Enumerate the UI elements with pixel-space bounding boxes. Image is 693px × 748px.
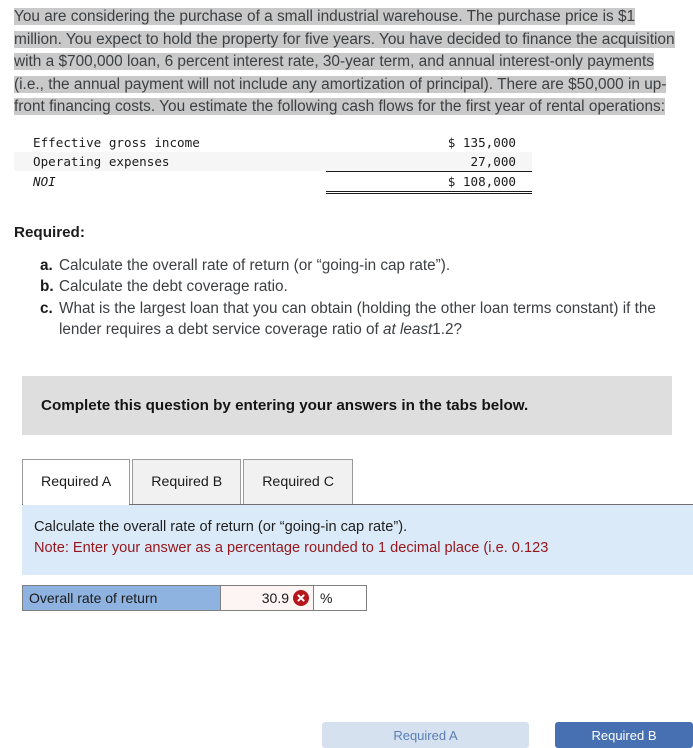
list-marker: c. [40,299,53,317]
cash-flow-table: Effective gross income $ 135,000 Operati… [14,133,532,194]
table-row: Effective gross income $ 135,000 [14,133,532,152]
list-item-emphasis: at least [382,321,433,339]
answer-row: Overall rate of return 30.9 % [22,584,367,611]
next-tab-button[interactable]: Required B [555,722,693,748]
tab-required-b[interactable]: Required B [132,458,242,504]
required-heading: Required: [14,223,85,241]
list-marker: b. [40,278,54,296]
answer-label: Overall rate of return [23,585,221,610]
table-row: NOI $ 108,000 [14,171,532,194]
row-amount: 27,000 [326,151,532,172]
list-item-text: Calculate the overall rate of return (or… [59,256,451,274]
tab-required-a[interactable]: Required A [22,458,131,506]
question-note: Note: Enter your answer as a percentage … [34,539,549,556]
problem-statement-text: You are considering the purchase of a sm… [14,8,675,116]
answer-unit: % [314,585,366,610]
problem-statement: You are considering the purchase of a sm… [0,0,693,119]
row-amount: $ 135,000 [447,134,516,150]
instruction-banner: Complete this question by entering your … [22,375,672,435]
question-prompt: Calculate the overall rate of return (or… [34,518,408,535]
tab-label: Required C [262,473,334,490]
answer-input[interactable]: 30.9 [221,585,314,610]
error-x-icon [293,589,309,606]
list-item-text: What is the largest loan that you can ob… [59,299,656,339]
tab-label: Required A [41,473,112,490]
answer-value-text: 30.9 [261,589,289,606]
tab-bar: Required A Required B Required C [22,458,693,506]
list-item-text: Calculate the debt coverage ratio. [59,278,288,296]
table-row: Operating expenses 27,000 [14,151,532,172]
list-item: b. Calculate the debt coverage ratio. [40,276,693,298]
list-item-text-after: 1.2? [432,321,463,339]
navigation-buttons: Required A Required B [0,722,693,748]
previous-tab-button[interactable]: Required A [322,722,529,748]
row-label: Operating expenses [33,154,170,170]
list-item: c. What is the largest loan that you can… [40,298,693,341]
row-label: Effective gross income [33,134,200,150]
tab-required-c[interactable]: Required C [243,458,353,504]
question-panel: Calculate the overall rate of return (or… [22,504,693,575]
question-list: a. Calculate the overall rate of return … [0,255,693,341]
list-marker: a. [40,256,53,274]
instruction-banner-text: Complete this question by entering your … [41,396,529,414]
row-label: NOI [33,174,56,190]
row-amount: $ 108,000 [326,171,532,194]
list-item: a. Calculate the overall rate of return … [40,255,693,277]
tab-label: Required B [151,473,223,490]
